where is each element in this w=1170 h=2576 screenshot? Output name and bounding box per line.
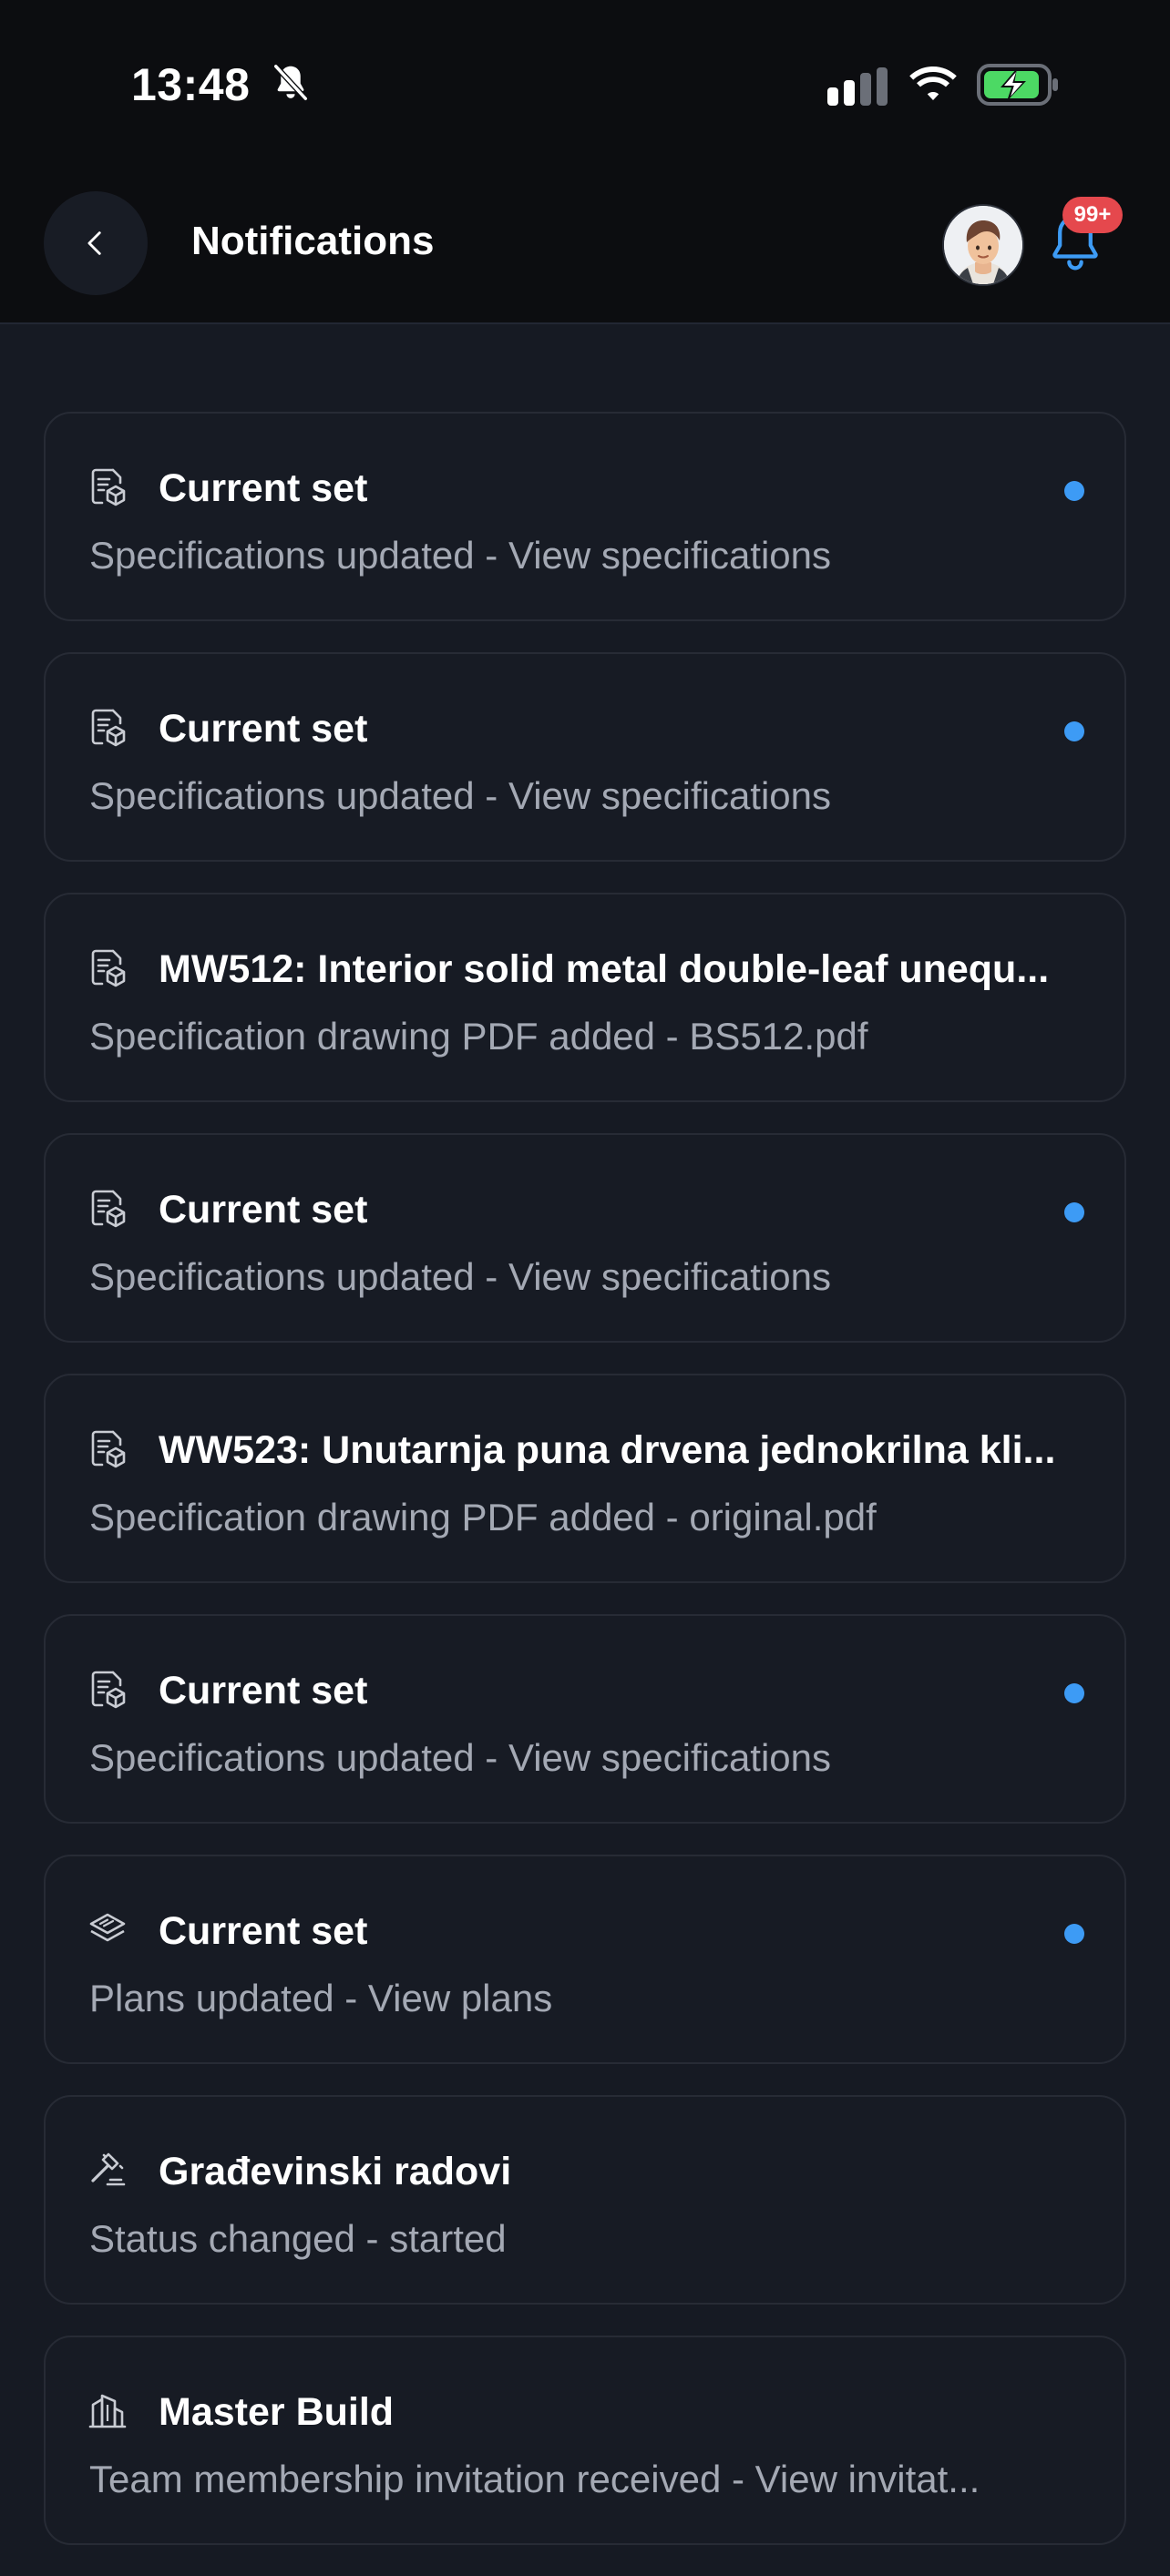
notification-card[interactable]: Current set Specifications updated - Vie…: [44, 1133, 1126, 1343]
specification-doc-icon: [86, 1186, 129, 1230]
notification-subtitle: Specifications updated - View specificat…: [89, 1736, 832, 1779]
unread-dot: [1064, 481, 1084, 501]
notification-card[interactable]: WW523: Unutarnja puna drvena jednokrilna…: [44, 1374, 1126, 1583]
notification-card[interactable]: Građevinski radovi Status changed - star…: [44, 2095, 1126, 2305]
notification-list: Current set Specifications updated - Vie…: [44, 412, 1126, 2576]
notification-title: Current set: [159, 1188, 368, 1232]
notification-title: Građevinski radovi: [159, 2150, 512, 2193]
unread-dot: [1064, 1924, 1084, 1944]
unread-dot: [1064, 721, 1084, 741]
app-header: 13:48 Notifications 99+: [0, 0, 1170, 324]
battery-charging-icon: [977, 64, 1058, 106]
notification-card[interactable]: Master Build Team membership invitation …: [44, 2336, 1126, 2545]
notification-title: Current set: [159, 466, 368, 510]
unread-dot: [1064, 1683, 1084, 1703]
specification-doc-icon: [86, 946, 129, 989]
notification-subtitle: Specification drawing PDF added - BS512.…: [89, 1015, 868, 1058]
notification-title: Master Build: [159, 2390, 395, 2434]
status-time: 13:48: [131, 59, 251, 110]
specification-doc-icon: [86, 1667, 129, 1711]
bell-slash-icon: [273, 64, 308, 101]
cellular-signal-icon: [827, 67, 888, 106]
notification-card[interactable]: Current set Specifications updated - Vie…: [44, 1614, 1126, 1824]
notification-subtitle: Specifications updated - View specificat…: [89, 1255, 832, 1298]
notification-subtitle: Status changed - started: [89, 2217, 507, 2260]
notification-subtitle: Specifications updated - View specificat…: [89, 534, 832, 577]
notification-title: Current set: [159, 1669, 368, 1712]
user-avatar-icon: [944, 206, 1022, 284]
avatar[interactable]: [942, 204, 1024, 286]
buildings-icon: [86, 2388, 129, 2432]
unread-dot: [1064, 1202, 1084, 1222]
notification-title: Current set: [159, 1909, 368, 1953]
notification-title: WW523: Unutarnja puna drvena jednokrilna…: [159, 1428, 1056, 1472]
notification-card[interactable]: Current set Specifications updated - Vie…: [44, 412, 1126, 621]
notification-subtitle: Team membership invitation received - Vi…: [89, 2458, 980, 2500]
chevron-left-icon: [87, 231, 101, 255]
page-title: Notifications: [191, 219, 435, 263]
notification-card[interactable]: Current set Specifications updated - Vie…: [44, 652, 1126, 862]
back-button[interactable]: [44, 191, 148, 295]
layers-icon: [86, 1907, 129, 1951]
notification-count-badge: 99+: [1062, 197, 1123, 233]
wifi-icon: [909, 66, 957, 100]
notification-subtitle: Specification drawing PDF added - origin…: [89, 1496, 877, 1538]
notification-card[interactable]: MW512: Interior solid metal double-leaf …: [44, 893, 1126, 1102]
notification-subtitle: Specifications updated - View specificat…: [89, 774, 832, 817]
gavel-icon: [86, 2148, 129, 2192]
specification-doc-icon: [86, 465, 129, 508]
notification-subtitle: Plans updated - View plans: [89, 1977, 553, 2019]
notification-title: Current set: [159, 707, 368, 751]
notification-card[interactable]: Current set Plans updated - View plans: [44, 1855, 1126, 2064]
specification-doc-icon: [86, 1426, 129, 1470]
notification-title: MW512: Interior solid metal double-leaf …: [159, 947, 1050, 991]
specification-doc-icon: [86, 705, 129, 749]
